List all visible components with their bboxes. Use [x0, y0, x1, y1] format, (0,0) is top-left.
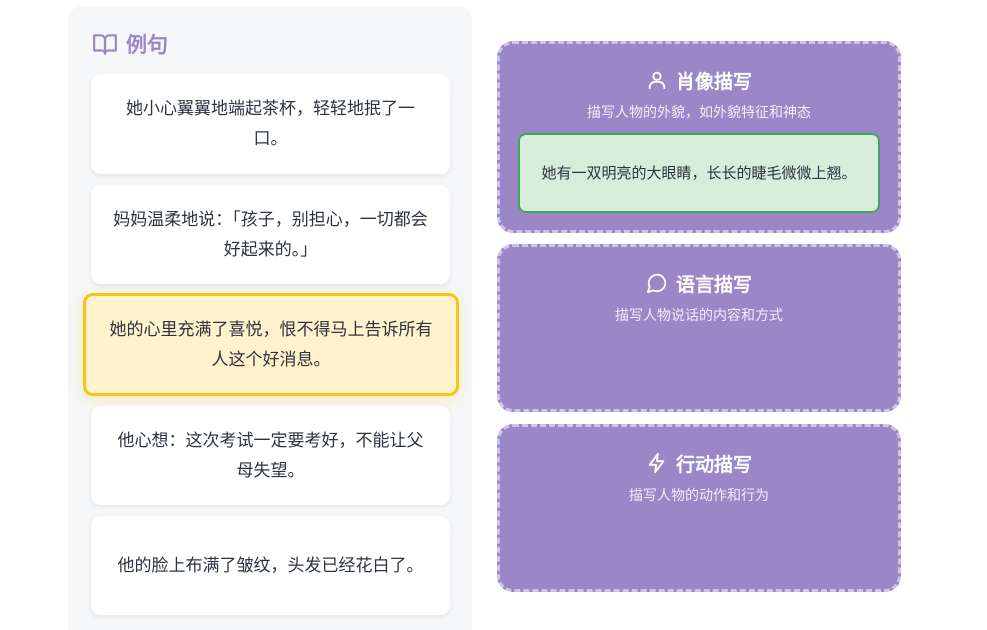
placed-sentence-text: 她有一双明亮的大眼睛，长长的睫毛微微上翘。 [541, 164, 857, 182]
drop-zone-language[interactable]: 语言描写 描写人物说话的内容和方式 [497, 244, 901, 412]
speech-bubble-icon [646, 273, 667, 294]
book-open-icon [93, 34, 117, 55]
sentence-text: 她小心翼翼地端起茶杯，轻轻地抿了一口。 [126, 99, 415, 149]
zone-description: 描写人物说话的内容和方式 [615, 308, 783, 324]
examples-panel: 例句 她小心翼翼地端起茶杯，轻轻地抿了一口。 妈妈温柔地说：「孩子，别担心，一切… [68, 6, 472, 630]
zone-header: 语言描写 [500, 269, 898, 297]
zone-header: 行动描写 [500, 449, 898, 477]
drop-zone-portrait[interactable]: 肖像描写 描写人物的外貌，如外貌特征和神态 她有一双明亮的大眼睛，长长的睫毛微微… [497, 41, 901, 233]
sentence-text: 他的脸上布满了皱纹，头发已经花白了。 [117, 555, 424, 576]
zone-title: 行动描写 [675, 453, 752, 476]
sentence-card-active[interactable]: 她的心里充满了喜悦，恨不得马上告诉所有人这个好消息。 [83, 293, 459, 396]
sentence-card[interactable]: 他的脸上布满了皱纹，头发已经花白了。 [91, 516, 450, 615]
zone-description: 描写人物的外貌，如外貌特征和神态 [587, 105, 811, 121]
placed-sentence-card[interactable]: 她有一双明亮的大眼睛，长长的睫毛微微上翘。 [518, 133, 880, 213]
sentence-card[interactable]: 她小心翼翼地端起茶杯，轻轻地抿了一口。 [91, 74, 450, 174]
lightning-icon [648, 452, 665, 474]
examples-panel-title: 例句 [126, 33, 168, 57]
examples-panel-header: 例句 [92, 30, 168, 58]
user-icon [648, 71, 666, 90]
sentence-card[interactable]: 妈妈温柔地说：「孩子，别担心，一切都会好起来的。」 [91, 185, 450, 284]
zone-description: 描写人物的动作和行为 [629, 488, 769, 504]
drop-zone-action[interactable]: 行动描写 描写人物的动作和行为 [497, 424, 901, 592]
sentence-text: 她的心里充满了喜悦，恨不得马上告诉所有人这个好消息。 [109, 319, 433, 370]
zone-title: 语言描写 [675, 273, 752, 296]
zone-header: 肖像描写 [500, 66, 898, 94]
zone-title: 肖像描写 [675, 70, 752, 93]
sentence-text: 他心想：这次考试一定要考好，不能让父母失望。 [117, 430, 424, 481]
sentence-text: 妈妈温柔地说：「孩子，别担心，一切都会好起来的。」 [113, 209, 428, 260]
sentence-card[interactable]: 他心想：这次考试一定要考好，不能让父母失望。 [91, 406, 450, 505]
